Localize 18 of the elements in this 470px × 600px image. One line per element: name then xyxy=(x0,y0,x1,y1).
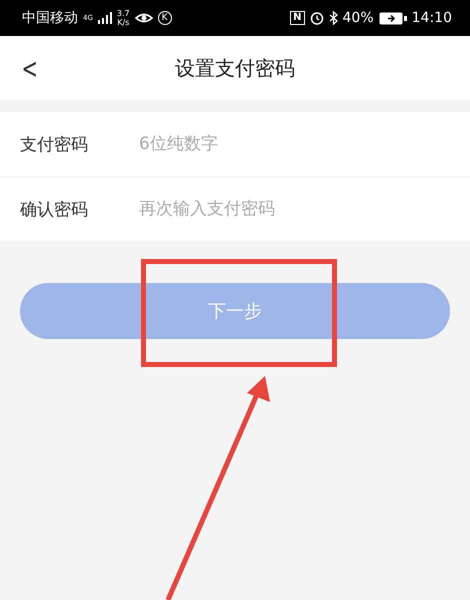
signal-icon xyxy=(98,12,112,24)
nfc-badge: N xyxy=(290,11,305,25)
back-button[interactable]: < xyxy=(22,52,38,84)
speed-value: 3.7 xyxy=(116,9,130,18)
page-title: 设置支付密码 xyxy=(175,54,295,82)
clock: 14:10 xyxy=(412,10,452,26)
password-field[interactable]: 6位纯数字 xyxy=(137,133,450,155)
bluetooth-icon xyxy=(328,11,338,25)
battery-icon xyxy=(378,12,407,24)
password-field[interactable]: 再次输入支付密码 xyxy=(137,198,450,220)
k-badge: K xyxy=(158,11,172,25)
field-label: 确认密码 xyxy=(20,198,89,220)
speed-unit: K/s xyxy=(117,18,130,27)
eye-icon xyxy=(134,11,153,25)
battery-percent: 40% xyxy=(342,10,374,26)
alarm-icon xyxy=(310,11,324,25)
field-label: 支付密码 xyxy=(20,134,89,156)
carrier-name: 中国移动 xyxy=(22,9,78,27)
